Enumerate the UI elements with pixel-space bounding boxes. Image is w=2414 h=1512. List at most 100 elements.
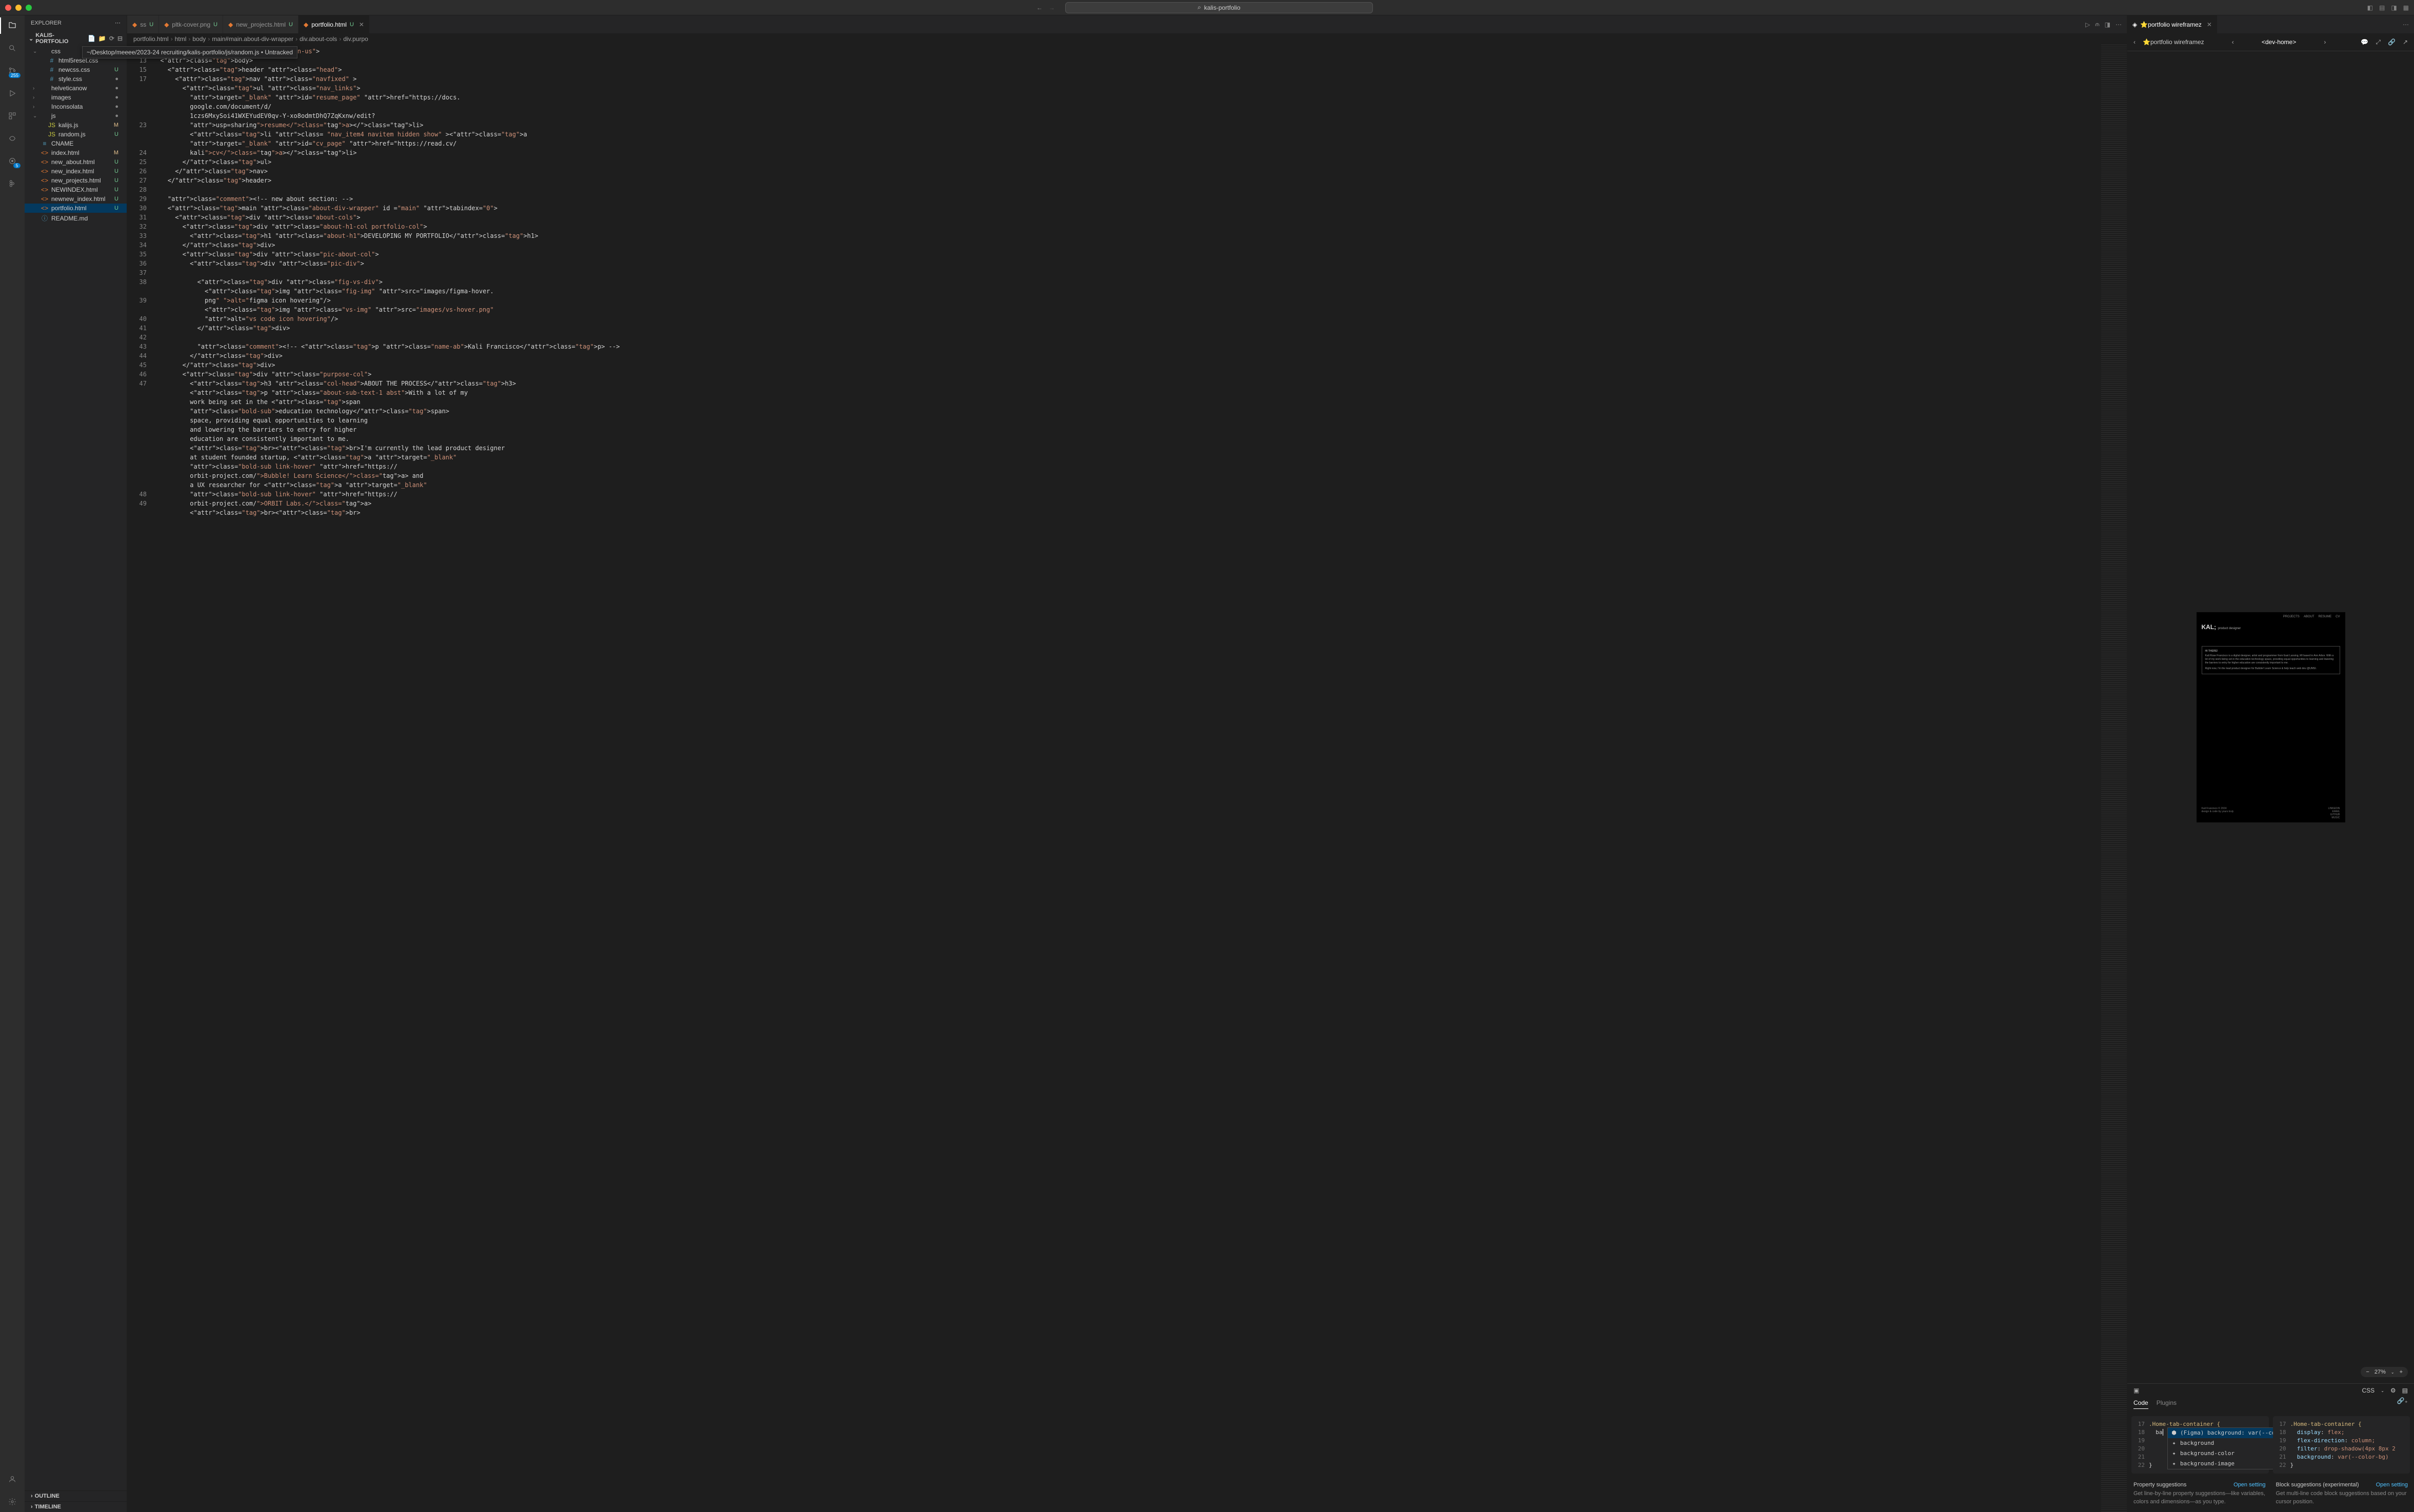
- code-content[interactable]: <"attr">class="tag">html "attr">lang="en…: [153, 45, 2101, 1512]
- css-mode[interactable]: CSS: [2362, 1387, 2375, 1394]
- file-item[interactable]: ≡CNAME: [25, 139, 127, 148]
- zoom-in-button[interactable]: +: [2400, 1369, 2403, 1375]
- file-item[interactable]: JSrandom.jsU: [25, 130, 127, 139]
- nav-forward-icon[interactable]: →: [1049, 4, 1055, 11]
- open-external-icon[interactable]: ↗: [2403, 38, 2408, 46]
- folder-item[interactable]: ›images●: [25, 93, 127, 102]
- minimize-window-button[interactable]: [15, 5, 22, 11]
- live-share-icon[interactable]: [6, 132, 18, 145]
- split-editor-icon[interactable]: ◨: [2105, 21, 2110, 28]
- collapse-icon[interactable]: ⊟: [117, 35, 123, 42]
- scm-badge: 255: [9, 73, 21, 78]
- zoom-out-button[interactable]: −: [2366, 1369, 2369, 1375]
- folder-item[interactable]: ›Inconsolata●: [25, 102, 127, 111]
- maximize-window-button[interactable]: [26, 5, 32, 11]
- figma-tab[interactable]: ◈ ⭐portfolio wireframez ✕: [2127, 15, 2218, 33]
- more-icon[interactable]: ⋯: [2403, 21, 2409, 28]
- file-item[interactable]: JSkalijs.jsM: [25, 120, 127, 130]
- zoom-dropdown-icon[interactable]: ⌄: [2391, 1370, 2395, 1375]
- new-folder-icon[interactable]: 📁: [98, 35, 106, 42]
- zoom-level[interactable]: 27%: [2375, 1369, 2386, 1375]
- close-icon[interactable]: ✕: [359, 21, 364, 28]
- new-file-icon[interactable]: 📄: [88, 35, 95, 42]
- back-icon[interactable]: ‹: [2133, 38, 2136, 46]
- prev-frame-icon[interactable]: ‹: [2232, 38, 2234, 46]
- close-window-button[interactable]: [5, 5, 11, 11]
- breadcrumb-item[interactable]: main#main.about-div-wrapper: [212, 35, 293, 43]
- search-text: kalis-portfolio: [1204, 4, 1241, 11]
- open-setting-link[interactable]: Open setting: [2233, 1482, 2265, 1488]
- file-item[interactable]: <>new_about.htmlU: [25, 157, 127, 167]
- breadcrumb-item[interactable]: html: [175, 35, 187, 43]
- accounts-icon[interactable]: [6, 1473, 18, 1485]
- comment-icon[interactable]: 💬: [2361, 38, 2368, 46]
- nav-back-icon[interactable]: ←: [1036, 4, 1043, 11]
- figma-icon[interactable]: [6, 177, 18, 190]
- breadcrumb-item[interactable]: portfolio.html: [133, 35, 169, 43]
- main-editor-pane: ◆ssU◆pltk-cover.pngU◆new_projects.htmlU◆…: [127, 15, 2127, 1512]
- settings-icon[interactable]: ⚙: [2390, 1387, 2396, 1394]
- minimap[interactable]: [2101, 45, 2127, 1512]
- property-code-panel[interactable]: 171819202122 .Home-tab-container { ba } …: [2131, 1416, 2269, 1474]
- code-editor[interactable]: 2131517 23 24252627282930313233343536373…: [127, 45, 2127, 1512]
- code-tab[interactable]: Code: [2133, 1397, 2148, 1409]
- stack-icon[interactable]: ▣: [2133, 1387, 2139, 1394]
- breadcrumb-item[interactable]: body: [192, 35, 206, 43]
- next-frame-icon[interactable]: ›: [2324, 38, 2326, 46]
- more-icon[interactable]: ⋯: [2116, 21, 2122, 28]
- editor-tab[interactable]: ◆pltk-cover.pngU: [159, 15, 223, 33]
- file-item[interactable]: #newcss.cssU: [25, 65, 127, 74]
- customize-layout-icon[interactable]: ▦: [2403, 4, 2409, 11]
- block-code-panel[interactable]: 171819202122 .Home-tab-container { displ…: [2273, 1416, 2410, 1474]
- extensions-icon[interactable]: [6, 110, 18, 122]
- file-item[interactable]: <>NEWINDEX.htmlU: [25, 185, 127, 194]
- toggle-primary-sidebar-icon[interactable]: ◧: [2367, 4, 2373, 11]
- titlebar: ← → ⌕ kalis-portfolio ◧ ▤ ◨ ▦: [0, 0, 2414, 15]
- panel-icon[interactable]: ▤: [2402, 1387, 2408, 1394]
- file-item[interactable]: <>new_index.htmlU: [25, 167, 127, 176]
- run-debug-icon[interactable]: [6, 87, 18, 99]
- folder-item[interactable]: ›helveticanow●: [25, 84, 127, 93]
- more-icon[interactable]: ⋯: [115, 19, 121, 26]
- plugins-tab[interactable]: Plugins: [2157, 1397, 2177, 1409]
- collapse-icon[interactable]: ⤢: [2376, 38, 2381, 46]
- autocomplete-item[interactable]: ✦background-image: [2168, 1459, 2280, 1469]
- editor-tab[interactable]: ◆portfolio.htmlU✕: [298, 15, 370, 33]
- split-icon[interactable]: ⫙: [2095, 21, 2099, 28]
- breadcrumb-item[interactable]: div.about-cols: [300, 35, 337, 43]
- preview-about-box: HI THERE! Kali Rose Francisco is a digit…: [2202, 646, 2340, 674]
- file-item[interactable]: ⓘREADME.md: [25, 213, 127, 224]
- toggle-secondary-sidebar-icon[interactable]: ◨: [2391, 4, 2397, 11]
- inspect-tabs: Code Plugins 🔗₊: [2127, 1397, 2414, 1412]
- open-setting-link[interactable]: Open setting: [2376, 1482, 2408, 1488]
- explorer-icon[interactable]: [6, 19, 18, 32]
- autocomplete-item[interactable]: ⬢(Figma) background: var(--co: [2168, 1428, 2280, 1438]
- editor-tab[interactable]: ◆new_projects.htmlU: [223, 15, 298, 33]
- toggle-panel-icon[interactable]: ▤: [2379, 4, 2385, 11]
- link-icon[interactable]: 🔗₊: [2397, 1397, 2408, 1409]
- settings-icon[interactable]: [6, 1496, 18, 1508]
- search-icon[interactable]: [6, 42, 18, 54]
- file-item[interactable]: #style.css●: [25, 74, 127, 84]
- command-center[interactable]: ⌕ kalis-portfolio: [1065, 2, 1373, 13]
- file-item[interactable]: <>newnew_index.htmlU: [25, 194, 127, 204]
- autocomplete-item[interactable]: ✦background: [2168, 1438, 2280, 1448]
- link-icon[interactable]: 🔗: [2388, 38, 2396, 46]
- breadcrumb-item[interactable]: div.purpo: [343, 35, 368, 43]
- project-header[interactable]: ⌄ KALIS-PORTFOLIO 📄 📁 ⟳ ⊟: [25, 30, 127, 47]
- testing-icon[interactable]: 5: [6, 155, 18, 167]
- file-item[interactable]: <>index.htmlM: [25, 148, 127, 157]
- file-item[interactable]: <>new_projects.htmlU: [25, 176, 127, 185]
- run-icon[interactable]: ▷: [2085, 21, 2090, 28]
- breadcrumb[interactable]: portfolio.html›html›body›main#main.about…: [127, 33, 2127, 45]
- figma-preview[interactable]: PROJECTSABOUTRESUMECV KAL; product desig…: [2127, 51, 2414, 1383]
- source-control-icon[interactable]: 255: [6, 65, 18, 77]
- timeline-section[interactable]: › TIMELINE: [25, 1501, 127, 1512]
- close-icon[interactable]: ✕: [2207, 21, 2212, 28]
- outline-section[interactable]: › OUTLINE: [25, 1490, 127, 1501]
- file-item[interactable]: <>portfolio.htmlU: [25, 204, 127, 213]
- folder-item[interactable]: ⌄js●: [25, 111, 127, 120]
- editor-tab[interactable]: ◆ssU: [127, 15, 159, 33]
- refresh-icon[interactable]: ⟳: [109, 35, 114, 42]
- autocomplete-item[interactable]: ✦background-color: [2168, 1448, 2280, 1459]
